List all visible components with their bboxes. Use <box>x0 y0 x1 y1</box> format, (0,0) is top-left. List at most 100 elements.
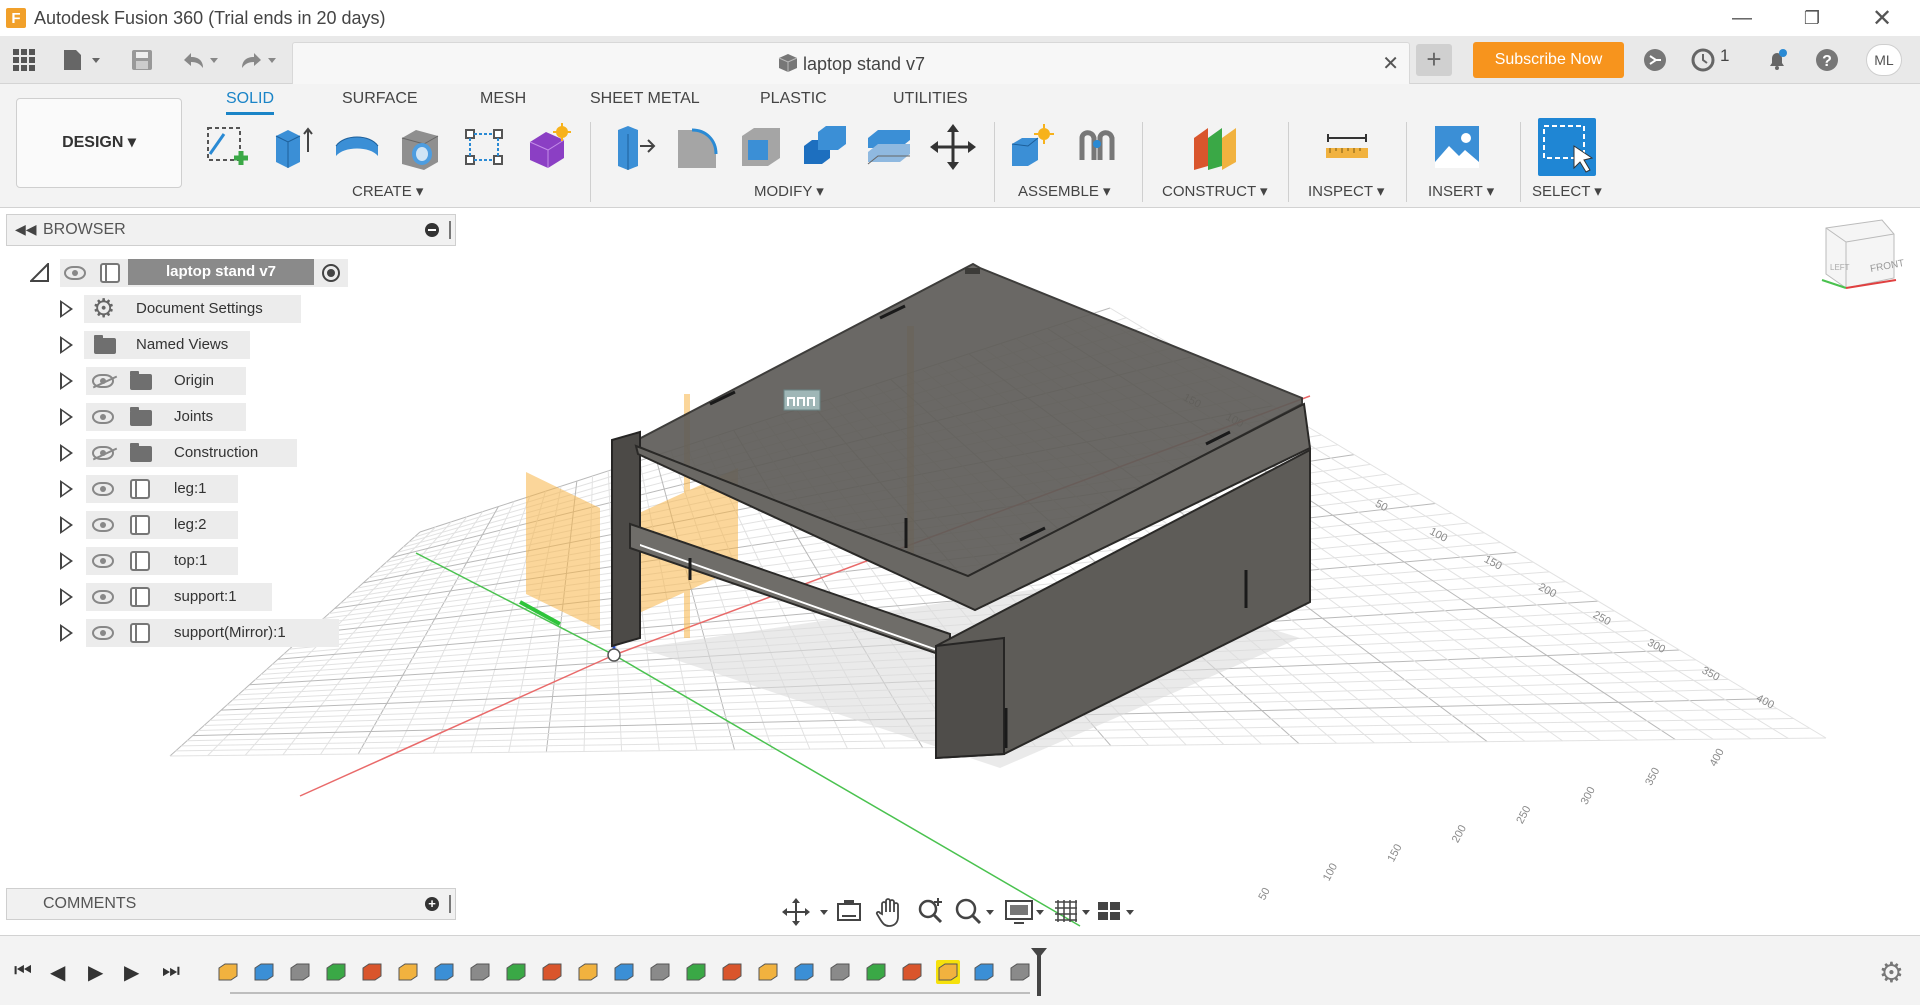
timeline-feature-icon[interactable] <box>576 960 600 984</box>
browser-item-support-mirror-1[interactable]: support(Mirror):1 <box>54 618 339 648</box>
timeline-feature-icon[interactable] <box>900 960 924 984</box>
tab-utilities[interactable]: UTILITIES <box>893 90 968 108</box>
browser-panel-header[interactable]: ◀◀ BROWSER <box>6 214 456 246</box>
view-cube[interactable]: FRONT LEFT <box>1820 219 1905 300</box>
help-icon[interactable]: ? <box>1812 44 1842 76</box>
extensions-icon[interactable] <box>1640 44 1670 76</box>
zoom-icon[interactable] <box>918 898 943 924</box>
save-icon[interactable] <box>128 44 156 76</box>
timeline-feature-icon[interactable] <box>648 960 672 984</box>
combine-icon[interactable] <box>800 122 850 172</box>
timeline-feature-icon[interactable] <box>324 960 348 984</box>
restore-icon[interactable]: ❐ <box>1782 0 1842 36</box>
visibility-eye-icon[interactable] <box>92 518 114 532</box>
measure-icon[interactable] <box>1322 122 1372 172</box>
go-to-start-icon[interactable]: ⏮ <box>14 960 32 983</box>
browser-item-top-1[interactable]: top:1 <box>54 546 314 576</box>
display-settings-icon[interactable] <box>1005 900 1044 924</box>
data-panel-grid-icon[interactable] <box>10 44 38 76</box>
expand-triangle-icon[interactable] <box>60 408 73 426</box>
comments-panel-header[interactable]: COMMENTS + <box>6 888 456 920</box>
fit-zoom-icon[interactable] <box>955 898 994 925</box>
collapse-root-icon[interactable] <box>30 263 50 283</box>
look-at-icon[interactable] <box>837 900 861 921</box>
inspect-menu[interactable]: INSPECT ▾ <box>1308 182 1384 200</box>
play-icon[interactable]: ▶ <box>88 960 103 985</box>
expand-triangle-icon[interactable] <box>60 480 73 498</box>
file-menu-icon[interactable] <box>60 44 104 76</box>
offset-plane-icon[interactable] <box>1190 122 1240 172</box>
viewports-icon[interactable] <box>1098 902 1134 920</box>
shell-icon[interactable] <box>736 122 786 172</box>
timeline-feature-icon[interactable] <box>756 960 780 984</box>
user-avatar[interactable]: ML <box>1866 44 1902 76</box>
redo-icon[interactable] <box>236 44 280 76</box>
browser-item-named-views[interactable]: Named Views <box>54 330 314 360</box>
timeline-feature-icon[interactable] <box>1008 960 1032 984</box>
visibility-eye-icon[interactable] <box>92 410 114 424</box>
grid-settings-icon[interactable] <box>1055 900 1090 922</box>
step-forward-icon[interactable]: ▶ <box>124 960 139 985</box>
timeline-marker[interactable] <box>1037 954 1041 996</box>
minimize-icon[interactable]: — <box>1712 0 1772 36</box>
notifications-icon[interactable] <box>1762 44 1792 76</box>
timeline-feature-icon[interactable] <box>792 960 816 984</box>
insert-menu[interactable]: INSERT ▾ <box>1428 182 1494 200</box>
browser-item-leg-2[interactable]: leg:2 <box>54 510 314 540</box>
joint-icon[interactable] <box>1072 122 1122 172</box>
add-comment-icon[interactable]: + <box>425 897 439 911</box>
pin-browser-icon[interactable] <box>449 221 451 239</box>
undo-icon[interactable] <box>178 44 222 76</box>
timeline-feature-icon[interactable] <box>972 960 996 984</box>
timeline-feature-icon[interactable] <box>684 960 708 984</box>
expand-triangle-icon[interactable] <box>60 552 73 570</box>
press-pull-icon[interactable] <box>608 122 658 172</box>
pan-hand-icon[interactable] <box>875 898 899 927</box>
fillet-icon[interactable] <box>672 122 722 172</box>
timeline-feature-icon[interactable] <box>252 960 276 984</box>
create-form-icon[interactable] <box>524 122 574 172</box>
new-component-icon[interactable] <box>1008 122 1058 172</box>
insert-image-icon[interactable] <box>1432 122 1482 172</box>
move-copy-icon[interactable] <box>928 122 978 172</box>
expand-triangle-icon[interactable] <box>60 444 73 462</box>
new-tab-button[interactable]: + <box>1416 44 1452 76</box>
close-tab-icon[interactable]: ✕ <box>1382 51 1399 76</box>
expand-triangle-icon[interactable] <box>60 300 73 318</box>
tab-plastic[interactable]: PLASTIC <box>760 90 827 108</box>
expand-triangle-icon[interactable] <box>60 372 73 390</box>
tab-mesh[interactable]: MESH <box>480 90 526 108</box>
tab-sheet-metal[interactable]: SHEET METAL <box>590 90 700 108</box>
create-menu[interactable]: CREATE ▾ <box>352 182 423 200</box>
browser-item-leg-1[interactable]: leg:1 <box>54 474 314 504</box>
browser-item-joints[interactable]: Joints <box>54 402 314 432</box>
visibility-eye-icon[interactable] <box>92 590 114 604</box>
select-window-icon[interactable] <box>1538 118 1596 176</box>
pin-comments-icon[interactable] <box>449 895 451 913</box>
subscribe-button[interactable]: Subscribe Now <box>1473 42 1624 78</box>
create-sketch-icon[interactable] <box>204 122 254 172</box>
timeline-settings-gear-icon[interactable]: ⚙ <box>1879 956 1904 989</box>
timeline-feature-icon[interactable] <box>540 960 564 984</box>
document-tab[interactable]: laptop stand v7 ✕ <box>292 42 1410 84</box>
timeline-feature-icon[interactable] <box>720 960 744 984</box>
expand-triangle-icon[interactable] <box>60 336 73 354</box>
select-menu[interactable]: SELECT ▾ <box>1532 182 1602 200</box>
visibility-eye-icon[interactable] <box>92 482 114 496</box>
tab-solid[interactable]: SOLID <box>226 90 275 115</box>
close-window-icon[interactable]: ✕ <box>1852 0 1912 36</box>
extrude-icon[interactable] <box>268 122 318 172</box>
construct-menu[interactable]: CONSTRUCT ▾ <box>1162 182 1268 200</box>
visibility-eye-icon[interactable] <box>92 626 114 640</box>
modify-menu[interactable]: MODIFY ▾ <box>754 182 824 200</box>
offset-face-icon[interactable] <box>864 122 914 172</box>
hole-icon[interactable] <box>396 122 446 172</box>
timeline-feature-icon[interactable] <box>468 960 492 984</box>
timeline-feature-icon[interactable] <box>828 960 852 984</box>
timeline-feature-icon[interactable] <box>504 960 528 984</box>
revolve-icon[interactable] <box>332 122 382 172</box>
hidden-eye-icon[interactable] <box>92 374 114 388</box>
step-back-icon[interactable]: ◀ <box>50 960 65 985</box>
timeline-feature-icon[interactable] <box>288 960 312 984</box>
job-status-icon[interactable] <box>1688 44 1718 76</box>
